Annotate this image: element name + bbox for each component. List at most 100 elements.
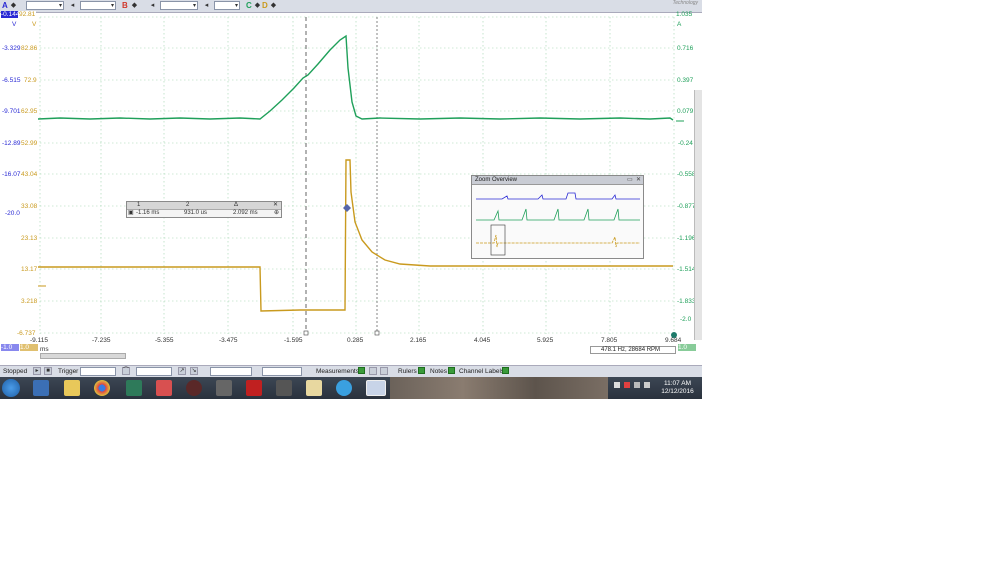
ruler-1-value: -1.16 ms (136, 210, 160, 216)
rising-edge-icon[interactable]: ↗ (178, 367, 186, 375)
channel-b-label[interactable]: B (122, 1, 128, 11)
zoom-overview-plot[interactable] (472, 185, 643, 259)
trigger-marker (343, 204, 351, 212)
channel-labels-toggle-icon[interactable] (502, 367, 509, 374)
start-capture-icon[interactable]: ▸ (33, 367, 41, 375)
trigger-label: Trigger (58, 368, 79, 375)
ruler-readout-panel[interactable]: 1 2 Δ ✕ ▣ -1.16 ms 931.0 us 2.092 ms ⊕ (126, 201, 282, 218)
tray-volume-icon[interactable] (644, 382, 650, 388)
vertical-scrollbar[interactable] (694, 90, 702, 340)
freq-readout-text: 478.1 Hz, 28684 RPM (601, 347, 661, 353)
channel-b-options-icon[interactable]: ◆ (130, 1, 139, 10)
stop-capture-icon[interactable]: ■ (44, 367, 52, 375)
channel-b-coupling-icon[interactable]: ◂ (202, 1, 211, 10)
green-trace (37, 34, 674, 121)
close-icon[interactable]: ✕ (273, 202, 278, 209)
lock-icon[interactable]: ⊕ (274, 210, 279, 217)
tray-network-icon[interactable] (634, 382, 640, 388)
channel-d-label[interactable]: D (262, 1, 268, 11)
wallpaper-area (390, 377, 608, 399)
tray-flag-icon[interactable] (624, 382, 630, 388)
cortana-app-icon[interactable] (336, 380, 352, 396)
horizontal-scrollbar[interactable] (40, 353, 126, 359)
x-tick-1: -7.235 (92, 337, 111, 344)
ruler-col-delta: Δ (234, 202, 239, 208)
status-bar: Stopped ▸ ■ Trigger ⌒ ↗ ↘ Measurements R… (0, 365, 702, 377)
rulers-toggle-icon[interactable] (418, 367, 425, 374)
channel-c-label[interactable]: C (246, 1, 252, 11)
x-tick-5: 0.285 (347, 337, 364, 344)
chrome-app-icon[interactable] (94, 380, 110, 396)
capture-state: Stopped (3, 368, 28, 375)
zoom-overview-close-icon[interactable]: ✕ (636, 176, 641, 185)
picoscope-app-icon[interactable] (366, 380, 386, 396)
channel-b-range-icon[interactable]: ◂ (148, 1, 157, 10)
device-app-icon[interactable] (216, 380, 232, 396)
clock-date: 12/12/2016 (661, 388, 694, 395)
channel-a-range-select[interactable]: ▾ (26, 1, 64, 10)
ruler-col-1: 1 (137, 202, 141, 208)
measurements-label: Measurements (316, 368, 359, 375)
x-tick-8: 5.925 (537, 337, 554, 344)
channel-d-options-icon[interactable]: ◆ (269, 1, 278, 10)
falling-edge-icon[interactable]: ↘ (190, 367, 198, 375)
x-tick-7: 4.045 (474, 337, 491, 344)
trigger-threshold-field[interactable] (210, 367, 252, 376)
folder-app-icon[interactable] (64, 380, 80, 396)
drive-app-icon[interactable] (276, 380, 292, 396)
notes-label: Notes (430, 368, 447, 375)
x-axis-unit: ms (40, 346, 49, 353)
windows-taskbar: 11:07 AM 12/12/2016 (0, 377, 702, 399)
zoom-overview-title: Zoom Overview (472, 176, 643, 185)
taskbar-clock[interactable]: 11:07 AM 12/12/2016 (655, 380, 700, 396)
channel-b-range-select[interactable]: ▾ (160, 1, 198, 10)
channel-a-options-icon[interactable]: ◆ (9, 1, 18, 10)
delete-measurement-icon[interactable] (380, 367, 388, 375)
x-tick-6: 2.165 (410, 337, 427, 344)
channel-c-options-icon[interactable]: ◆ (253, 1, 262, 10)
edit-measurement-icon[interactable] (369, 367, 377, 375)
rulers-label: Rulers (398, 368, 417, 375)
picoscope-window: A ◆ ▾ ◂ ▾ B ◆ ◂ ▾ ◂ ▾ C ◆ D ◆ Technology… (0, 0, 702, 399)
tray-arrow-icon[interactable] (614, 382, 620, 388)
channel-b-coupling-select[interactable]: ▾ (214, 1, 240, 10)
frequency-readout: 478.1 Hz, 28684 RPM (590, 346, 676, 354)
windows-start-icon[interactable] (2, 379, 20, 397)
pdf-app-icon[interactable] (246, 380, 262, 396)
green-axis-corner[interactable]: 1.0 (678, 344, 696, 351)
clock-time: 11:07 AM (664, 380, 691, 387)
scope-view[interactable]: -0.144 92.81 V V -3.329 -6.515 -9.701 -1… (0, 11, 702, 344)
ruler-delta-value: 2.092 ms (233, 210, 258, 216)
terminal-app-icon[interactable] (126, 380, 142, 396)
notepad-app-icon[interactable] (306, 380, 322, 396)
orange-axis-corner[interactable]: 1.0 (20, 344, 38, 351)
explorer-app-icon[interactable] (33, 380, 49, 396)
brand-logo: Technology (672, 0, 698, 6)
x-tick-9: 7.805 (601, 337, 618, 344)
trigger-mode-select[interactable] (80, 367, 116, 376)
ruler-settings-icon[interactable]: ▣ (128, 210, 134, 217)
ruler-1-handle (303, 330, 309, 336)
x-tick-3: -3.475 (219, 337, 238, 344)
paint-app-icon[interactable] (156, 380, 172, 396)
media-app-icon[interactable] (186, 380, 202, 396)
x-tick-2: -5.355 (155, 337, 174, 344)
zoom-overview-window[interactable]: Zoom Overview ▭ ✕ (471, 175, 644, 259)
zoom-window-rect (490, 224, 506, 256)
x-tick-10: 9.684 (665, 337, 682, 344)
x-tick-4: -1.595 (284, 337, 303, 344)
notes-toggle-icon[interactable] (448, 367, 455, 374)
blue-axis-corner[interactable]: -1.0 (1, 344, 19, 351)
channel-a-label[interactable]: A (2, 1, 8, 11)
pretrigger-field[interactable] (262, 367, 302, 376)
minimize-icon[interactable]: ▭ (627, 176, 633, 185)
trigger-edge-icon[interactable]: ⌒ (122, 367, 130, 375)
x-tick-0: -9.115 (30, 337, 48, 344)
channel-a-coupling-select[interactable]: ▾ (80, 1, 116, 10)
ruler-panel-header (127, 202, 281, 210)
ruler-2-value: 931.0 us (184, 210, 208, 216)
trigger-source-select[interactable] (136, 367, 172, 376)
channel-a-coupling-icon[interactable]: ◂ (68, 1, 77, 10)
channel-labels-label: Channel Labels (459, 368, 505, 375)
add-measurement-icon[interactable] (358, 367, 365, 374)
